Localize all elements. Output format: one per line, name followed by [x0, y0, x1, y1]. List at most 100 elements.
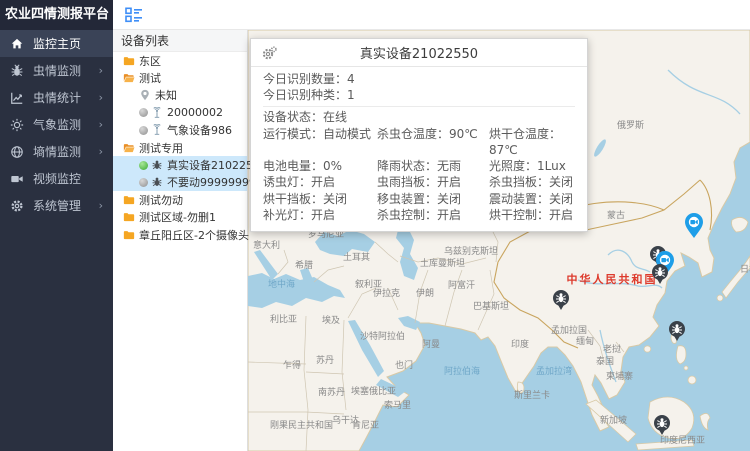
sidebar-item-1[interactable]: 虫情监测›: [0, 57, 113, 84]
metric-cell: 降雨状态：无雨: [377, 158, 489, 174]
tree-row-label: 未知: [155, 87, 177, 103]
device-settings-gear-icon[interactable]: [262, 46, 277, 61]
sidebar-item-label: 虫情统计: [33, 89, 81, 106]
sidebar-item-label: 监控主页: [33, 35, 81, 52]
sidebar-item-label: 虫情监测: [33, 62, 81, 79]
sidebar-item-0[interactable]: 监控主页: [0, 30, 113, 57]
chevron-right-icon: ›: [99, 199, 103, 212]
folder-icon: [123, 194, 135, 206]
tree-row-folder-5[interactable]: 测试专用: [113, 139, 247, 156]
metric-cell: 烘干控制：开启: [489, 207, 575, 223]
sun-icon: [10, 118, 24, 132]
map-label: 利比亚: [270, 313, 297, 325]
tree-row-folder-1[interactable]: 测试: [113, 69, 247, 86]
map-label: 俄罗斯: [617, 119, 644, 131]
map-label: 埃塞俄比亚: [351, 385, 396, 397]
tree-row-device-7[interactable]: 不要动99999999: [113, 174, 247, 191]
metric-cell: 诱虫灯：开启: [263, 174, 377, 190]
weather-station-icon: [151, 124, 163, 136]
metric-cell: 杀虫挡板：关闭: [489, 174, 575, 190]
tree-row-folder-8[interactable]: 测试勿动: [113, 191, 247, 208]
metric-cell: 烘干仓温度：87℃: [489, 126, 575, 158]
tree-row-device-4[interactable]: 气象设备986: [113, 122, 247, 139]
tree-row-device-3[interactable]: 20000002: [113, 104, 247, 121]
app-title: 农业四情测报平台: [0, 0, 113, 30]
map-label: 缅甸: [576, 335, 594, 347]
device-status-row: 设备状态：在线: [263, 110, 575, 126]
bug-device-icon: [151, 159, 163, 171]
map-label: 老挝: [603, 343, 621, 355]
sidebar: 农业四情测报平台 监控主页虫情监测›虫情统计›气象监测›墒情监测›视频监控系统管…: [0, 0, 113, 451]
map-label: 刚果民主共和国: [270, 419, 333, 431]
status-ball-gray: [139, 126, 148, 135]
chevron-right-icon: ›: [99, 91, 103, 104]
tree-row-label: 东区: [139, 53, 161, 69]
bug-device-icon: [151, 176, 163, 188]
map-label: 沙特阿拉伯: [360, 330, 405, 342]
map-label: 蒙古: [607, 209, 625, 221]
map-label: 肯尼亚: [352, 419, 379, 431]
tree-row-folder-0[interactable]: 东区: [113, 52, 247, 69]
sidebar-item-label: 墒情监测: [33, 143, 81, 160]
popup-device-title: 真实设备21022550: [360, 43, 478, 62]
tree-row-label: 气象设备986: [167, 122, 232, 138]
metric-cell: 移虫装置：关闭: [377, 191, 489, 207]
map-label: 新加坡: [600, 414, 627, 426]
app-window: 农业四情测报平台 监控主页虫情监测›虫情统计›气象监测›墒情监测›视频监控系统管…: [0, 0, 750, 451]
chevron-right-icon: ›: [99, 145, 103, 158]
device-panel-title: 设备列表: [113, 30, 247, 52]
sidebar-collapse-icon[interactable]: [125, 7, 143, 23]
metric-cell: 杀虫控制：开启: [377, 207, 489, 223]
sidebar-item-2[interactable]: 虫情统计 ›: [0, 84, 113, 111]
metric-cell: 光照度：1Lux: [489, 158, 575, 174]
status-ball-green: [139, 161, 148, 170]
sidebar-item-5[interactable]: 视频监控: [0, 165, 113, 192]
popup-divider: [263, 106, 575, 107]
map-area: 俄罗斯蒙古哈萨克斯坦乌兹别克斯坦土库曼斯坦乌克兰罗马尼亚匈牙利捷克意大利希腊土耳…: [248, 30, 750, 451]
today-species-row: 今日识别种类：1: [263, 88, 575, 104]
sidebar-item-label: 视频监控: [33, 170, 81, 187]
map-label: 巴基斯坦: [473, 300, 509, 312]
tree-row-device-2[interactable]: 未知: [113, 87, 247, 104]
folder-open-icon: [123, 72, 135, 84]
metric-cell: 震动装置：关闭: [489, 191, 575, 207]
map-label: 南苏丹: [318, 386, 345, 398]
sidebar-menu: 监控主页虫情监测› 虫情统计 › 气象监测› 墒情监测 › 视频监控系统管理 ›: [0, 30, 113, 219]
topbar: [113, 0, 750, 30]
folder-icon: [123, 211, 135, 223]
map-label: 柬埔寨: [606, 370, 633, 382]
sidebar-item-6[interactable]: 系统管理 ›: [0, 192, 113, 219]
map-label: 孟加拉国: [551, 324, 587, 336]
bug-icon: [10, 64, 24, 78]
tree-row-folder-10[interactable]: 章丘阳丘区-2个摄像头: [113, 226, 247, 243]
sidebar-item-label: 系统管理: [33, 197, 81, 214]
sidebar-item-3[interactable]: 气象监测›: [0, 111, 113, 138]
map-label: 孟加拉湾: [536, 365, 572, 377]
map-label: 伊朗: [416, 287, 434, 299]
tree-row-label: 不要动99999999: [167, 174, 256, 190]
metric-cell: 补光灯：开启: [263, 207, 377, 223]
map-label: 阿拉伯海: [444, 365, 480, 377]
home-icon: [10, 37, 24, 51]
map-label: 阿曼: [422, 339, 440, 350]
tree-row-label: 20000002: [167, 106, 223, 119]
map-label: 印度: [511, 338, 529, 350]
tree-row-device-6[interactable]: 真实设备21022550: [113, 156, 247, 173]
metric-cell: 电池电量：0%: [263, 158, 377, 174]
sidebar-item-4[interactable]: 墒情监测 ›: [0, 138, 113, 165]
tree-row-label: 测试区域-勿删1: [139, 209, 216, 225]
map-label: 意大利: [253, 239, 280, 251]
china-country-label: 中华人民共和国: [567, 272, 658, 286]
map-label: 乍得: [283, 359, 301, 371]
map-label: 乌兹别克斯坦: [444, 245, 498, 257]
tree-row-label: 测试专用: [139, 140, 183, 156]
map-label: 印度尼西亚: [660, 434, 705, 446]
map-label: 埃及: [322, 314, 340, 326]
tree-row-folder-9[interactable]: 测试区域-勿删1: [113, 209, 247, 226]
tree-row-label: 测试: [139, 70, 161, 86]
pin-icon: [139, 89, 151, 101]
status-ball-gray: [139, 178, 148, 187]
map-label: 阿富汗: [448, 279, 475, 291]
metric-cell: 运行模式：自动模式: [263, 126, 377, 158]
metric-cell: 杀虫仓温度：90℃: [377, 126, 489, 158]
